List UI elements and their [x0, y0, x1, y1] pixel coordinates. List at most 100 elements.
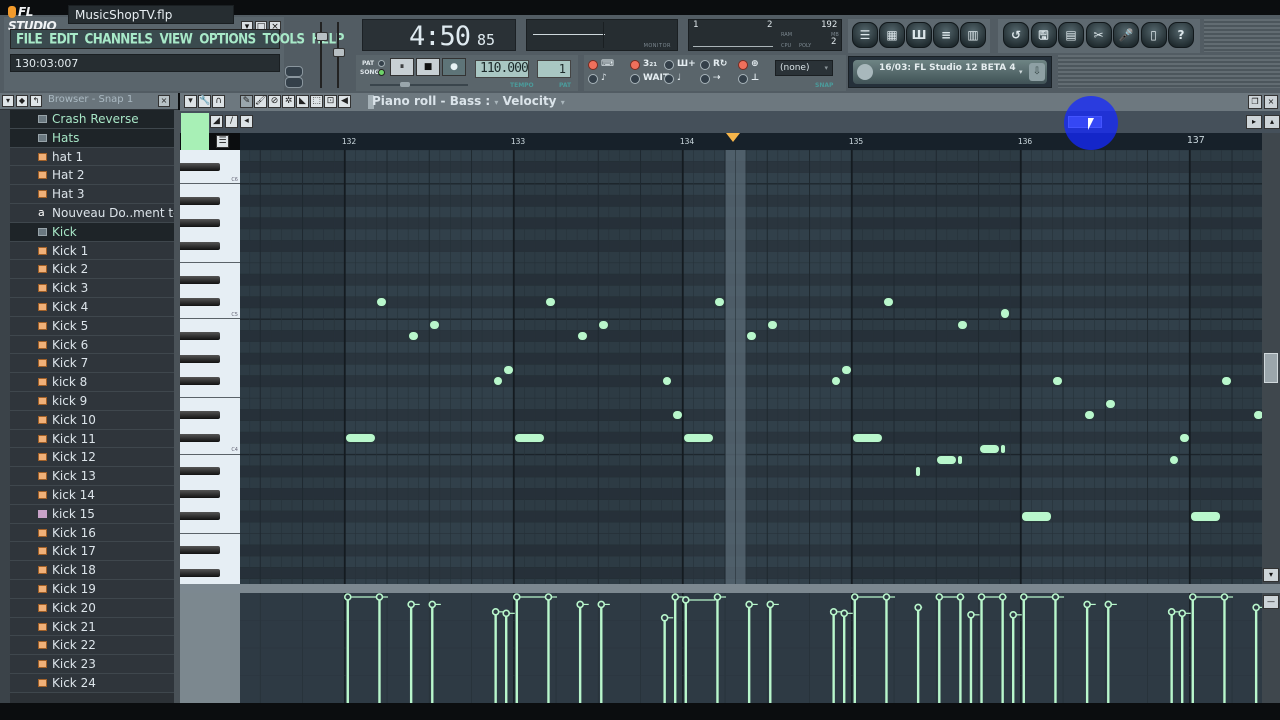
velocity-handle[interactable] [882, 593, 891, 601]
pencil-icon[interactable]: ✎ [240, 95, 253, 108]
scroll-down-icon[interactable]: ▾ [1263, 568, 1279, 582]
playhead-marker[interactable] [726, 133, 741, 142]
browser-item[interactable]: Kick 17 [10, 542, 174, 562]
note[interactable] [979, 444, 999, 454]
velocity-handle[interactable] [1051, 593, 1060, 601]
piano-roll-icon[interactable]: Ш [906, 22, 932, 48]
browser-home-icon[interactable]: ◆ [16, 95, 28, 107]
options-menu-icon[interactable]: ▾ [184, 95, 197, 108]
tempo-display[interactable]: 110.000 [475, 60, 529, 78]
browser-item[interactable]: Kick 12 [10, 448, 174, 468]
browser-item[interactable]: Kick 23 [10, 655, 174, 674]
note[interactable] [747, 331, 756, 341]
master-pitch-fader[interactable] [333, 48, 345, 57]
note[interactable] [1190, 512, 1221, 521]
output-button[interactable] [285, 77, 303, 88]
metronome-count-led[interactable] [630, 60, 640, 70]
browser-item[interactable]: Kick 22 [10, 636, 174, 656]
slice-icon[interactable]: ◣ [296, 95, 309, 108]
velocity-handle[interactable] [428, 600, 437, 609]
mixer-icon[interactable]: ▥ [960, 22, 986, 48]
step-edit-led[interactable] [664, 60, 674, 70]
velocity-handle[interactable] [850, 593, 859, 601]
multilink-icon[interactable]: ⊕ [751, 59, 759, 69]
scroll-right-icon[interactable]: ▸ [1246, 115, 1262, 129]
browser-folder[interactable]: Kick [10, 222, 174, 242]
browser-item[interactable]: Kick 7 [10, 354, 174, 374]
scroll-follow-icon[interactable]: ⇢ [713, 73, 721, 83]
velocity-handle[interactable] [745, 600, 753, 609]
black-key[interactable] [180, 512, 220, 521]
browser-item[interactable]: Kick 20 [10, 598, 174, 618]
velocity-handle[interactable] [1188, 593, 1197, 601]
typing-keyboard-led[interactable] [588, 60, 598, 70]
main-pitch-slider[interactable] [370, 84, 468, 86]
browser-menu-icon[interactable]: ▾ [2, 95, 14, 107]
close-piano-roll-icon[interactable]: × [1264, 95, 1278, 109]
velocity-handle[interactable] [597, 600, 606, 609]
black-key[interactable] [180, 354, 220, 363]
black-key[interactable] [180, 162, 220, 171]
blend-notes-icon[interactable]: ♩ [677, 73, 681, 83]
metronome-led[interactable] [588, 74, 598, 84]
piano-roll-target[interactable]: Velocity [503, 94, 557, 108]
black-key[interactable] [180, 275, 220, 284]
velocity-handle[interactable] [956, 593, 965, 601]
velocity-lane-scroll[interactable]: — [1262, 593, 1280, 703]
browser-item[interactable]: kick 15 [10, 504, 174, 524]
target-dropdown-icon[interactable]: ▾ [561, 98, 565, 107]
browser-title[interactable]: Browser - Snap 1 [48, 94, 133, 105]
note[interactable] [599, 320, 608, 329]
browser-item[interactable]: Kick 1 [10, 241, 174, 261]
save-new-icon[interactable]: 🖫 [1030, 22, 1057, 48]
note[interactable] [673, 410, 682, 420]
browser-item[interactable]: Kick 24 [10, 673, 174, 693]
browser-item[interactable]: Kick 2 [10, 260, 174, 280]
menu-tools[interactable]: TOOLS [263, 31, 305, 47]
velocity-handle[interactable] [1083, 600, 1091, 609]
black-key[interactable] [180, 219, 220, 228]
stop-button[interactable]: ■ [416, 58, 440, 76]
browser-icon[interactable]: ≡ [933, 22, 959, 48]
time-display[interactable]: 4:50 85 [362, 19, 516, 52]
browser-scrollbar[interactable] [0, 110, 10, 703]
note[interactable] [1021, 512, 1052, 521]
note[interactable] [430, 320, 439, 329]
black-key[interactable] [180, 241, 220, 250]
note-grid[interactable] [240, 150, 1262, 584]
typing-keyboard-icon[interactable]: ⌨ [601, 59, 614, 69]
magnet-icon[interactable]: ∩ [212, 95, 225, 108]
project-info-icon[interactable]: ▯ [1140, 22, 1167, 48]
velocity-handle[interactable] [1009, 611, 1018, 619]
quick-edit-icon[interactable]: / [225, 115, 238, 128]
note[interactable] [916, 467, 921, 476]
browser-item[interactable]: a Nouveau Do..ment texte [10, 203, 199, 223]
velocity-handle[interactable] [1019, 593, 1028, 601]
note[interactable] [578, 331, 587, 341]
velocity-handle[interactable] [544, 593, 553, 601]
scroll-follow-led[interactable] [700, 74, 710, 84]
menu-edit[interactable]: EDIT [49, 31, 78, 47]
browser-item[interactable]: Kick 21 [10, 617, 174, 637]
velocity-lane[interactable] [240, 593, 1262, 703]
velocity-handle[interactable] [766, 600, 775, 609]
note[interactable] [504, 365, 513, 375]
browser-item[interactable]: Hat 3 [10, 185, 174, 204]
channel-dropdown-icon[interactable]: ▾ [494, 98, 498, 107]
browser-item[interactable]: Kick 13 [10, 467, 174, 486]
velocity-handle[interactable] [375, 593, 384, 601]
black-key[interactable] [180, 489, 220, 498]
white-key[interactable] [180, 522, 240, 534]
velocity-handle[interactable] [1220, 593, 1229, 601]
metronome-icon[interactable]: ♪ [601, 73, 607, 83]
browser-item[interactable]: Kick 18 [10, 561, 174, 580]
velocity-handle[interactable] [1178, 609, 1187, 618]
menu-channels[interactable]: CHANNELS [85, 31, 154, 47]
detach-icon[interactable]: ❐ [1248, 95, 1262, 109]
event-lane-splitter[interactable] [180, 584, 1280, 593]
pattern-selector[interactable]: 1 [537, 60, 571, 78]
velocity-handle[interactable] [343, 593, 352, 601]
browser-close-icon[interactable]: × [158, 95, 170, 107]
black-key[interactable] [180, 331, 220, 340]
note[interactable] [1085, 410, 1094, 420]
